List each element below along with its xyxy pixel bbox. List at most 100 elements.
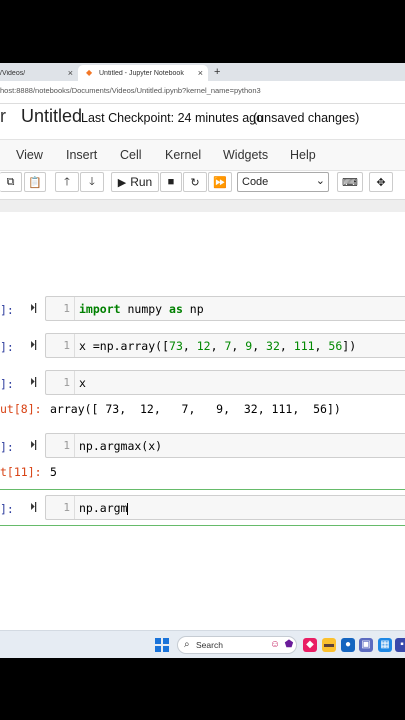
gutter-divider bbox=[74, 371, 75, 394]
restart-run-all-button[interactable]: ⏩ bbox=[208, 172, 232, 192]
run-cell-icon[interactable]: ⏵▏ bbox=[30, 440, 45, 451]
code-line: x bbox=[79, 376, 86, 390]
menu-kernel[interactable]: Kernel bbox=[165, 148, 201, 162]
input-prompt: ]: bbox=[0, 502, 14, 516]
store-icon[interactable]: ▦ bbox=[378, 638, 392, 652]
copilot-icon[interactable]: ◆ bbox=[303, 638, 317, 652]
gutter-divider bbox=[74, 434, 75, 457]
stop-icon: ■ bbox=[167, 176, 175, 188]
line-number: 1 bbox=[63, 439, 70, 452]
move-down-button[interactable]: 🡓 bbox=[80, 172, 104, 192]
address-url: host:8888/notebooks/Documents/Videos/Unt… bbox=[0, 86, 261, 95]
paste-icon: 📋 bbox=[28, 176, 42, 189]
code-text: np.argm bbox=[79, 501, 128, 515]
paste-button[interactable]: 📋 bbox=[24, 172, 46, 192]
gutter-divider bbox=[74, 496, 75, 519]
code-cell-input[interactable]: 1 import numpy as np bbox=[45, 296, 405, 321]
menu-widgets[interactable]: Widgets bbox=[223, 148, 268, 162]
code-cell-input[interactable]: 1 x =np.array([73, 12, 7, 9, 32, 111, 56… bbox=[45, 333, 405, 358]
close-icon[interactable]: × bbox=[68, 68, 73, 78]
code-line: np.argmax(x) bbox=[79, 439, 163, 453]
tab-title: /Videos/ bbox=[0, 69, 26, 77]
drag-button[interactable]: ✥ bbox=[369, 172, 393, 192]
menu-help[interactable]: Help bbox=[290, 148, 316, 162]
screen: /Videos/ × ◆ Untitled - Jupyter Notebook… bbox=[0, 63, 405, 658]
run-cell-icon[interactable]: ⏵▏ bbox=[30, 303, 45, 314]
menu-view[interactable]: View bbox=[16, 148, 43, 162]
move-icon: ✥ bbox=[376, 176, 386, 189]
line-number: 1 bbox=[63, 501, 70, 514]
address-bar[interactable]: host:8888/notebooks/Documents/Videos/Unt… bbox=[0, 81, 405, 104]
notebook-toolbar: ⧉ 📋 🡑 🡓 ▶ Run ■ ↻ ⏩ Code ⌄ ⌨ ✥ bbox=[0, 169, 405, 197]
edge-browser-icon[interactable]: ● bbox=[341, 638, 355, 652]
app-icon-edge[interactable]: ▪ bbox=[395, 638, 405, 652]
gutter-divider bbox=[74, 297, 75, 320]
cell-output: array([ 73, 12, 7, 9, 32, 111, 56]) bbox=[50, 402, 341, 416]
notebook-page: ]: ⏵▏ 1 import numpy as np ]: ⏵▏ 1 x =np… bbox=[0, 199, 405, 540]
menu-insert[interactable]: Insert bbox=[66, 148, 97, 162]
browser-tab-strip: /Videos/ × ◆ Untitled - Jupyter Notebook… bbox=[0, 63, 405, 81]
input-prompt: ]: bbox=[0, 440, 14, 454]
code-line: np.argm bbox=[79, 501, 129, 515]
code-cell-input[interactable]: 1 np.argmax(x) bbox=[45, 433, 405, 458]
jupyter-logo[interactable]: r bbox=[0, 106, 6, 127]
autosave-status: (unsaved changes) bbox=[253, 111, 360, 125]
checkpoint-status: Last Checkpoint: 24 minutes ago bbox=[81, 111, 264, 125]
copy-icon: ⧉ bbox=[6, 175, 15, 188]
new-tab-icon[interactable]: + bbox=[214, 66, 220, 78]
teams-icon[interactable]: ▣ bbox=[359, 638, 373, 652]
notebook-header: r Untitled Last Checkpoint: 24 minutes a… bbox=[0, 103, 405, 135]
play-icon: ▶ bbox=[117, 176, 127, 189]
close-icon[interactable]: × bbox=[198, 68, 203, 78]
input-prompt: ]: bbox=[0, 377, 14, 391]
cell-type-value: Code bbox=[242, 176, 269, 188]
windows-taskbar: ⌕ Search ☺ ⬟ ◆ ▬ ● ▣ ▦ ▪ bbox=[0, 630, 405, 658]
code-keyword: as bbox=[169, 302, 183, 316]
arrow-down-icon: 🡓 bbox=[89, 175, 95, 188]
cell-output: 5 bbox=[50, 465, 57, 479]
code-keyword: import bbox=[79, 302, 121, 316]
run-cell-icon[interactable]: ⏵▏ bbox=[30, 340, 45, 351]
browser-tab-notebook[interactable]: ◆ Untitled - Jupyter Notebook × bbox=[78, 65, 208, 81]
code-line: x =np.array([73, 12, 7, 9, 32, 111, 56]) bbox=[79, 339, 357, 353]
run-label: Run bbox=[130, 175, 153, 189]
app-icon-misc[interactable]: ⬟ bbox=[282, 638, 296, 652]
code-cell-input-active[interactable]: 1 np.argm bbox=[45, 495, 405, 520]
line-number: 1 bbox=[63, 302, 70, 315]
search-icon: ⌕ bbox=[184, 639, 190, 650]
interrupt-button[interactable]: ■ bbox=[160, 172, 182, 192]
output-prompt: t[11]: bbox=[0, 465, 42, 479]
command-palette-button[interactable]: ⌨ bbox=[337, 172, 363, 192]
search-placeholder: Search bbox=[196, 640, 223, 650]
file-explorer-icon[interactable]: ▬ bbox=[322, 638, 336, 652]
menubar: View Insert Cell Kernel Widgets Help bbox=[0, 139, 405, 171]
copy-button[interactable]: ⧉ bbox=[0, 172, 22, 192]
move-up-button[interactable]: 🡑 bbox=[55, 172, 79, 192]
windows-start-icon[interactable] bbox=[155, 638, 169, 652]
run-cell-icon[interactable]: ⏵▏ bbox=[30, 377, 45, 388]
text-cursor bbox=[127, 502, 129, 515]
menu-cell[interactable]: Cell bbox=[120, 148, 142, 162]
notebook-title[interactable]: Untitled bbox=[21, 106, 82, 127]
fast-forward-icon: ⏩ bbox=[213, 176, 227, 189]
run-button[interactable]: ▶ Run bbox=[111, 172, 159, 192]
gutter-divider bbox=[74, 334, 75, 357]
tab-title: Untitled - Jupyter Notebook bbox=[99, 69, 184, 77]
jupyter-favicon-icon: ◆ bbox=[86, 68, 93, 77]
notebook-top-strip bbox=[0, 200, 405, 212]
output-prompt: ut[8]: bbox=[0, 402, 42, 416]
browser-tab-videos[interactable]: /Videos/ × bbox=[0, 65, 78, 81]
notebook-area: ]: ⏵▏ 1 import numpy as np ]: ⏵▏ 1 x =np… bbox=[0, 199, 405, 540]
keyboard-icon: ⌨ bbox=[342, 176, 358, 189]
code-line: import numpy as np bbox=[79, 302, 204, 316]
arrow-up-icon: 🡑 bbox=[64, 175, 70, 188]
line-number: 1 bbox=[63, 339, 70, 352]
cell-type-select[interactable]: Code ⌄ bbox=[237, 172, 329, 192]
restart-button[interactable]: ↻ bbox=[183, 172, 207, 192]
line-number: 1 bbox=[63, 376, 70, 389]
search-highlight-icon: ☺ bbox=[269, 639, 281, 650]
run-cell-icon[interactable]: ⏵▏ bbox=[30, 502, 45, 513]
code-cell-input[interactable]: 1 x bbox=[45, 370, 405, 395]
restart-icon: ↻ bbox=[190, 176, 200, 189]
input-prompt: ]: bbox=[0, 340, 14, 354]
